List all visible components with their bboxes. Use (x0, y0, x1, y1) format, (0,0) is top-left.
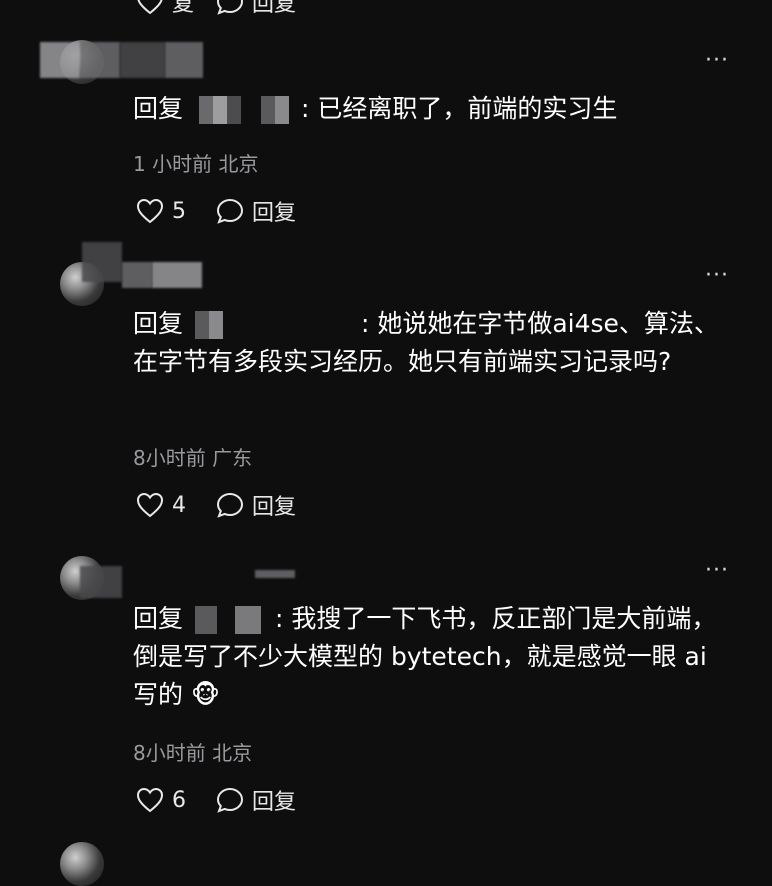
reply-label: 回复 (252, 790, 297, 815)
monkey-emoji-icon: 🐵 (190, 680, 220, 709)
chat-bubble-icon (216, 787, 244, 813)
comment-text: 回复 : 她说她在字节做ai4se、算法、在字节有多段实习经历。她只有前端实习记… (133, 309, 719, 376)
comment-actions: 6 回复 (136, 784, 296, 816)
comment-meta: 1 小时前 北京 (133, 148, 258, 177)
reply-button[interactable]: 回复 (216, 195, 296, 227)
heart-icon (137, 0, 163, 15)
more-options-button[interactable]: ··· (705, 265, 729, 287)
reply-button[interactable]: 回复 (216, 0, 296, 18)
like-button[interactable]: 4 (136, 492, 216, 518)
username-redacted (82, 242, 122, 282)
reply-button[interactable]: 回复 (216, 784, 296, 816)
reply-button[interactable]: 回复 (216, 489, 296, 521)
chat-bubble-icon (216, 198, 244, 224)
reply-prefix: 回复 (133, 94, 184, 123)
comment-text: 回复 : 我搜了一下飞书，反正部门是大前端，倒是写了不少大模型的 bytetec… (133, 604, 717, 709)
comment-body: 已经离职了，前端的实习生 (317, 94, 618, 123)
like-button[interactable]: 6 (136, 787, 216, 813)
heart-icon (136, 198, 164, 224)
reply-prefix: 回复 (133, 309, 184, 338)
username-redacted (80, 566, 122, 598)
username-redacted (120, 42, 165, 78)
username-redacted (152, 262, 202, 288)
username-redacted (165, 42, 203, 78)
comment-actions: 4 回复 (136, 489, 296, 521)
comment-actions: 5 回复 (136, 195, 296, 227)
reply-prefix: 回复 (133, 604, 184, 633)
chat-bubble-icon (216, 0, 244, 15)
reply-target-redacted[interactable] (191, 96, 301, 124)
reply-label: 回复 (252, 495, 297, 520)
heart-icon (136, 492, 164, 518)
more-options-button[interactable]: ··· (705, 560, 729, 582)
username-redacted (122, 262, 152, 288)
reply-target-redacted[interactable] (191, 606, 275, 634)
reply-label: 回复 (252, 201, 297, 226)
reply-label: 回复 (252, 0, 297, 17)
username-redacted (255, 570, 295, 578)
like-count: 6 (172, 787, 186, 813)
reply-target-redacted[interactable] (191, 311, 361, 339)
timestamp-rest: 小时前 (152, 152, 213, 176)
more-options-button[interactable]: ··· (705, 50, 729, 72)
like-count: 4 (172, 492, 186, 518)
location: 广东 (212, 446, 253, 470)
avatar[interactable] (60, 842, 104, 886)
like-count: 5 (172, 198, 186, 224)
top-partial-actions: 复 回复 (136, 0, 296, 18)
location: 北京 (212, 741, 253, 765)
comment-text: 回复 : 已经离职了，前端的实习生 (133, 94, 618, 124)
username-redacted (80, 42, 120, 78)
comment-meta: 8小时前 广东 (133, 442, 252, 471)
chat-bubble-icon (216, 492, 244, 518)
heart-icon (136, 787, 164, 813)
username-redacted (40, 42, 80, 78)
location: 北京 (218, 152, 259, 176)
timestamp: 8小时前 (133, 446, 206, 470)
comment-meta: 8小时前 北京 (133, 737, 252, 766)
timestamp: 8小时前 (133, 741, 206, 765)
like-button[interactable]: 5 (136, 198, 216, 224)
like-count: 复 (172, 0, 195, 17)
like-button[interactable]: 复 (136, 0, 216, 18)
timestamp: 1 (133, 152, 146, 176)
